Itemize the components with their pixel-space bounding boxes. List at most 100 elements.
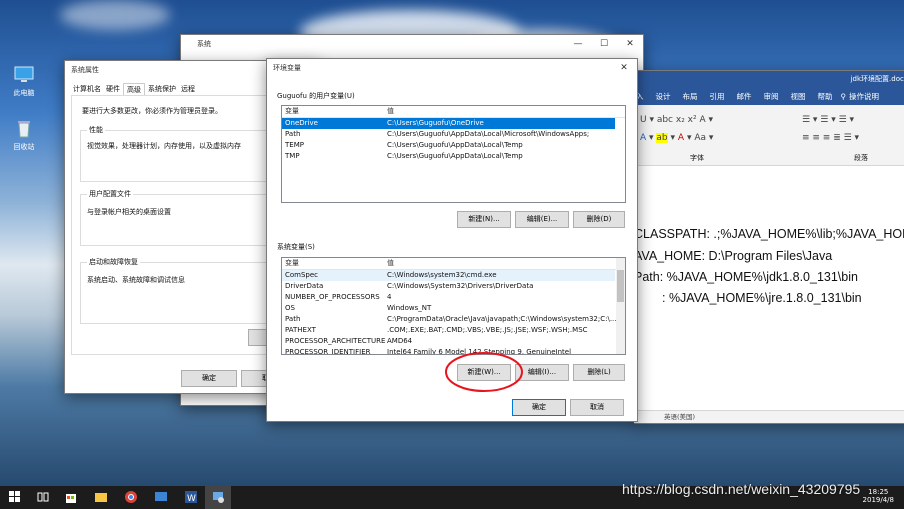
windows-start-icon[interactable] [8,490,22,504]
search-icon: ⚲ [840,91,847,101]
variable-value: C:\Users\Guguofu\AppData\Local\Microsoft… [387,130,590,138]
desktop-icon-label: 回收站 [13,143,35,151]
variable-name: NUMBER_OF_PROCESSORS [285,293,380,301]
word-titlebar: jdk环境配置.docx [634,71,904,87]
variable-name: TMP [285,152,300,160]
column-header-variable[interactable]: 变量 [285,106,299,117]
document-line: : %JAVA_HOME%\jre.1.8.0_131\bin [662,291,862,305]
dialog-title: 系统属性 [71,66,99,74]
list-item[interactable]: PROCESSOR_ARCHITECTURE AMD64 [282,336,625,347]
list-item[interactable]: NUMBER_OF_PROCESSORS 4 [282,292,625,303]
font-color-tools[interactable]: A ▾ ab ▾ A ▾ Aa ▾ [640,133,713,143]
window-title: 系统 [197,40,211,48]
maximize-icon[interactable]: ☐ [591,35,617,53]
ribbon-tab[interactable]: 引用 [710,91,725,102]
vertical-scrollbar[interactable] [616,258,625,354]
ribbon-tab[interactable]: 帮助 [818,91,833,102]
font-tools[interactable]: U ▾ abc x₂ x² A ▾ [640,115,713,125]
word-icon[interactable]: W [184,490,198,504]
language-status[interactable]: 英语(美国) [664,413,695,421]
clock-date: 2019/4/8 [862,496,894,504]
variable-value: Windows_NT [387,304,432,312]
document-line: AVA_HOME: D:\Program Files\Java [634,249,833,263]
list-item[interactable]: TEMP C:\Users\Guguofu\AppData\Local\Temp [282,140,625,151]
computer-icon [14,66,34,82]
list-item[interactable]: OneDrive C:\Users\Guguofu\OneDrive [282,118,615,129]
ribbon-tab[interactable]: 邮件 [737,91,752,102]
variable-name: OS [285,304,295,312]
active-task[interactable] [205,486,231,509]
word-title: jdk环境配置.docx [850,75,904,83]
system-variables-label: 系统变量(S) [277,243,315,251]
document-line: Path: %JAVA_HOME%\jdk1.8.0_131\bin [634,270,858,284]
desktop-icon-recycle-bin[interactable]: 回收站 [4,120,44,152]
ribbon-tab[interactable]: 视图 [791,91,806,102]
ribbon-tab[interactable]: 设计 [656,91,671,102]
column-header-value[interactable]: 值 [387,258,394,269]
system-window-titlebar: 系统 — ☐ ✕ [181,35,643,53]
variable-name: TEMP [285,141,304,149]
variable-name: ComSpec [285,271,319,279]
word-statusbar: 英语(美国) [634,410,904,423]
search-hint[interactable]: 操作说明 [849,91,879,102]
list-item[interactable]: TMP C:\Users\Guguofu\AppData\Local\Temp [282,151,625,162]
clock[interactable]: 18:25 2019/4/8 [863,488,894,504]
svg-text:W: W [187,494,196,504]
chrome-icon[interactable] [124,490,138,504]
recycle-bin-icon [18,121,30,138]
ok-button[interactable]: 确定 [181,370,237,387]
dialog-titlebar: 环境变量 ✕ [267,59,637,77]
desktop-icon-label: 此电脑 [13,89,35,97]
variable-name: PROCESSOR_ARCHITECTURE [285,337,386,345]
group-label-font: 字体 [690,154,704,162]
word-ribbon: U ▾ abc x₂ x² A ▾ A ▾ ab ▾ A ▾ Aa ▾ ☰ ▾ … [634,105,904,166]
user-variables-list[interactable]: 变量 值 OneDrive C:\Users\Guguofu\OneDrive … [281,105,626,203]
scrollbar-thumb[interactable] [617,270,624,302]
admin-notice: 要进行大多数更改，你必须作为管理员登录。 [82,107,222,115]
cloud [60,0,170,30]
list-item[interactable]: Path C:\Users\Guguofu\AppData\Local\Micr… [282,129,625,140]
remote-desktop-icon[interactable] [154,490,168,504]
system-settings-icon [213,492,224,503]
variable-name: PROCESSOR_IDENTIFIER [285,348,371,355]
variable-value: .COM;.EXE;.BAT;.CMD;.VBS;.VBE;.JS;.JSE;.… [387,326,588,334]
variable-value: C:\Users\Guguofu\AppData\Local\Temp [387,141,523,149]
column-header-variable[interactable]: 变量 [285,258,299,269]
column-header-value[interactable]: 值 [387,106,394,117]
document-line: CLASSPATH: .;%JAVA_HOME%\lib;%JAVA_HOM [634,227,904,241]
cancel-button[interactable]: 取消 [570,399,624,416]
word-window: jdk环境配置.docx 入 设计 布局 引用 邮件 审阅 视图 帮助 ⚲ 操作… [634,70,904,424]
system-variables-list[interactable]: 变量 值 ComSpec C:\Windows\system32\cmd.exe… [281,257,626,355]
list-item[interactable]: OS Windows_NT [282,303,625,314]
user-new-button[interactable]: 新建(N)... [457,211,511,228]
user-delete-button[interactable]: 删除(D) [573,211,625,228]
align-tools[interactable]: ≡ ≡ ≡ ≣ ☰ ▾ [802,133,859,143]
user-profiles-description: 与登录帐户相关的桌面设置 [87,208,171,216]
watermark: https://blog.csdn.net/weixin_43209795 [622,481,861,497]
close-icon[interactable]: ✕ [611,59,637,77]
ribbon-tab[interactable]: 布局 [683,91,698,102]
minimize-icon[interactable]: — [565,35,591,53]
list-item[interactable]: ComSpec C:\Windows\system32\cmd.exe [282,270,615,281]
list-item[interactable]: Path C:\ProgramData\Oracle\Java\javapath… [282,314,625,325]
ok-button[interactable]: 确定 [512,399,566,416]
desktop-icon-this-pc[interactable]: 此电脑 [4,66,44,98]
list-tools[interactable]: ☰ ▾ ☰ ▾ ☰ ▾ [802,115,854,125]
group-title: 性能 [87,125,105,135]
list-item[interactable]: PATHEXT .COM;.EXE;.BAT;.CMD;.VBS;.VBE;.J… [282,325,625,336]
system-delete-button[interactable]: 删除(L) [573,364,625,381]
store-icon[interactable] [64,490,78,504]
variable-name: Path [285,315,301,323]
task-view-icon[interactable] [36,490,50,504]
ribbon-tab[interactable]: 审阅 [764,91,779,102]
variable-value: 4 [387,293,392,301]
close-icon[interactable]: ✕ [617,35,643,53]
file-explorer-icon[interactable] [94,490,108,504]
variable-value: C:\ProgramData\Oracle\Java\javapath;C:\W… [387,315,617,323]
variable-name: PATHEXT [285,326,316,334]
user-edit-button[interactable]: 编辑(E)... [515,211,569,228]
startup-recovery-description: 系统启动、系统故障和调试信息 [87,276,185,284]
list-header: 变量 值 [282,106,625,118]
list-item[interactable]: DriverData C:\Windows\System32\Drivers\D… [282,281,625,292]
user-variables-label: Guguofu 的用户变量(U) [277,92,355,100]
